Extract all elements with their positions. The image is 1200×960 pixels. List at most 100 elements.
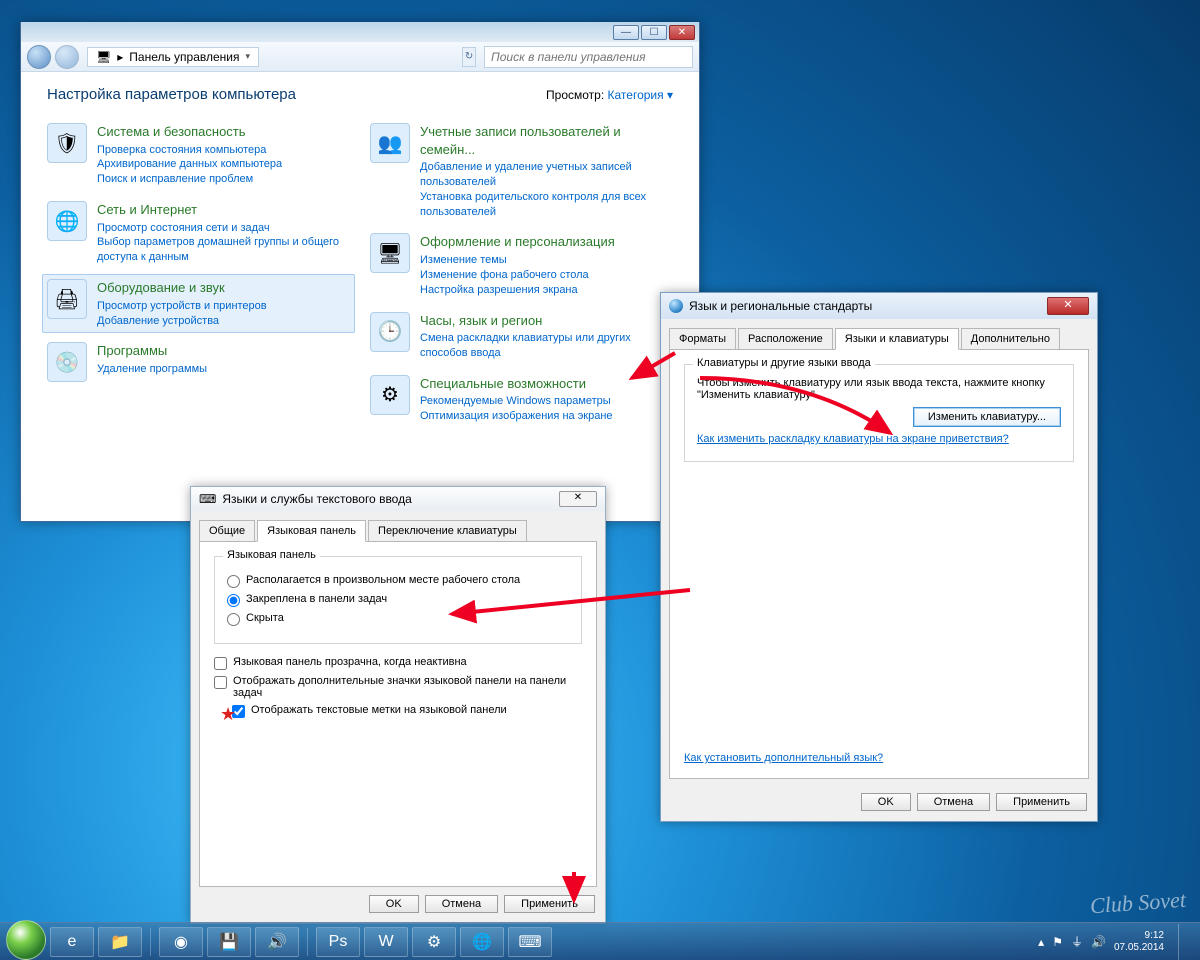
printer-icon: 🖨 xyxy=(47,279,87,319)
computer-icon: 🖥 xyxy=(96,50,111,64)
tab-administrative[interactable]: Дополнительно xyxy=(961,328,1060,350)
category-appearance[interactable]: 🖥 Оформление и персонализация Изменение … xyxy=(370,233,673,297)
maximize-button[interactable]: ☐ xyxy=(641,25,667,40)
radio-hidden[interactable]: Скрыта xyxy=(227,612,569,626)
category-ease-of-access[interactable]: ⚙ Специальные возможности Рекомендуемые … xyxy=(370,375,673,424)
minimize-button[interactable]: — xyxy=(613,25,639,40)
taskbar: e 📁 ◉ 💾 🔊 Ps W ⚙ 🌐 ⌨ ▴ ⚑ ⏚ 🔊 9:12 07.05.… xyxy=(0,922,1200,960)
taskbar-chrome[interactable]: ◉ xyxy=(159,927,203,957)
cat-link[interactable]: Добавление и удаление учетных записей по… xyxy=(420,160,673,190)
dialog-title: Язык и региональные стандарты xyxy=(689,299,872,313)
taskbar-explorer[interactable]: 📁 xyxy=(98,927,142,957)
cat-link[interactable]: Поиск и исправление проблем xyxy=(97,172,282,187)
tab-general[interactable]: Общие xyxy=(199,520,255,542)
tab-location[interactable]: Расположение xyxy=(738,328,833,350)
view-label: Просмотр: xyxy=(546,88,604,102)
start-button[interactable] xyxy=(6,920,46,960)
keyboards-group: Клавиатуры и другие языки ввода Чтобы из… xyxy=(684,364,1074,462)
taskbar-photoshop[interactable]: Ps xyxy=(316,927,360,957)
cancel-button[interactable]: Отмена xyxy=(425,895,498,913)
close-button[interactable]: ✕ xyxy=(559,491,597,507)
apply-button[interactable]: Применить xyxy=(504,895,595,913)
cat-link[interactable]: Настройка разрешения экрана xyxy=(420,283,615,298)
tab-panel: Клавиатуры и другие языки ввода Чтобы из… xyxy=(669,349,1089,779)
category-clock-language-region[interactable]: 🕒 Часы, язык и регион Смена раскладки кл… xyxy=(370,312,673,361)
cat-link[interactable]: Выбор параметров домашней группы и общег… xyxy=(97,235,350,265)
taskbar-word[interactable]: W xyxy=(364,927,408,957)
taskbar-keyboard[interactable]: ⌨ xyxy=(508,927,552,957)
dialog-buttons: OK Отмена Применить xyxy=(661,787,1097,821)
cat-link[interactable]: Просмотр состояния сети и задач xyxy=(97,221,350,236)
cat-link[interactable]: Проверка состояния компьютера xyxy=(97,143,282,158)
install-language-link[interactable]: Как установить дополнительный язык? xyxy=(684,752,883,764)
search-input[interactable] xyxy=(484,46,693,68)
category-network[interactable]: 🌐 Сеть и Интернет Просмотр состояния сет… xyxy=(47,201,350,265)
shield-icon: 🛡 xyxy=(47,123,87,163)
taskbar-volume[interactable]: 🔊 xyxy=(255,927,299,957)
ok-button[interactable]: OK xyxy=(369,895,419,913)
system-tray: ▴ ⚑ ⏚ 🔊 9:12 07.05.2014 xyxy=(1038,924,1194,960)
category-system-security[interactable]: 🛡 Система и безопасность Проверка состоя… xyxy=(47,123,350,187)
taskbar-region[interactable]: 🌐 xyxy=(460,927,504,957)
accessibility-icon: ⚙ xyxy=(370,375,410,415)
category-programs[interactable]: 💿 Программы Удаление программы xyxy=(47,342,350,382)
cat-link[interactable]: Установка родительского контроля для все… xyxy=(420,190,673,220)
cancel-button[interactable]: Отмена xyxy=(917,793,990,811)
check-text-labels[interactable]: ★ Отображать текстовые метки на языковой… xyxy=(214,704,582,718)
close-button[interactable]: ✕ xyxy=(669,25,695,40)
tab-strip: Общие Языковая панель Переключение клави… xyxy=(191,511,605,541)
cat-link[interactable]: Смена раскладки клавиатуры или других сп… xyxy=(420,331,673,361)
dialog-titlebar: ⌨ Языки и службы текстового ввода ✕ xyxy=(191,487,605,511)
page-title: Настройка параметров компьютера xyxy=(47,86,296,103)
tray-network-icon[interactable]: ⏚ xyxy=(1071,933,1083,950)
radio-floating[interactable]: Располагается в произвольном месте рабоч… xyxy=(227,574,569,588)
refresh-button[interactable]: ↻ xyxy=(462,47,476,67)
tab-strip: Форматы Расположение Языки и клавиатуры … xyxy=(661,319,1097,349)
tab-keyboards-languages[interactable]: Языки и клавиатуры xyxy=(835,328,959,350)
tab-advanced-keys[interactable]: Переключение клавиатуры xyxy=(368,520,527,542)
monitor-icon: 🖥 xyxy=(370,233,410,273)
cat-link[interactable]: Удаление программы xyxy=(97,362,207,377)
radio-docked-taskbar[interactable]: Закреплена в панели задач xyxy=(227,593,569,607)
taskbar-save[interactable]: 💾 xyxy=(207,927,251,957)
disc-icon: 💿 xyxy=(47,342,87,382)
window-titlebar: — ☐ ✕ xyxy=(21,22,699,42)
category-hardware-sound[interactable]: 🖨 Оборудование и звук Просмотр устройств… xyxy=(42,274,355,333)
apply-button[interactable]: Применить xyxy=(996,793,1087,811)
clock-globe-icon: 🕒 xyxy=(370,312,410,352)
cat-link[interactable]: Оптимизация изображения на экране xyxy=(420,409,613,424)
star-icon: ★ xyxy=(220,704,236,725)
back-button[interactable] xyxy=(27,45,51,69)
cat-link[interactable]: Просмотр устройств и принтеров xyxy=(97,299,267,314)
tab-panel: Языковая панель Располагается в произвол… xyxy=(199,541,597,887)
cat-link[interactable]: Изменение фона рабочего стола xyxy=(420,268,615,283)
change-keyboard-button[interactable]: Изменить клавиатуру... xyxy=(913,407,1061,427)
taskbar-ie[interactable]: e xyxy=(50,927,94,957)
dialog-titlebar: Язык и региональные стандарты ✕ xyxy=(661,293,1097,319)
group-text: Чтобы изменить клавиатуру или язык ввода… xyxy=(697,377,1061,401)
tray-flag-icon[interactable]: ⚑ xyxy=(1052,935,1063,949)
navigation-bar: 🖥 ▸ Панель управления ▾ ↻ xyxy=(21,42,699,72)
tray-volume-icon[interactable]: 🔊 xyxy=(1091,935,1106,949)
cat-link[interactable]: Изменение темы xyxy=(420,253,615,268)
check-extra-icons[interactable]: Отображать дополнительные значки языково… xyxy=(214,675,582,699)
welcome-screen-link[interactable]: Как изменить раскладку клавиатуры на экр… xyxy=(697,433,1009,445)
text-services-dialog: ⌨ Языки и службы текстового ввода ✕ Общи… xyxy=(190,486,606,924)
view-mode-dropdown[interactable]: Категория ▾ xyxy=(608,88,673,102)
taskbar-clock[interactable]: 9:12 07.05.2014 xyxy=(1114,930,1164,953)
tab-formats[interactable]: Форматы xyxy=(669,328,736,350)
show-desktop-button[interactable] xyxy=(1178,924,1190,960)
tray-up-icon[interactable]: ▴ xyxy=(1038,935,1044,949)
cat-link[interactable]: Рекомендуемые Windows параметры xyxy=(420,394,613,409)
close-button[interactable]: ✕ xyxy=(1047,297,1089,315)
check-transparent[interactable]: Языковая панель прозрачна, когда неактив… xyxy=(214,656,582,670)
category-user-accounts[interactable]: 👥 Учетные записи пользователей и семейн.… xyxy=(370,123,673,219)
cat-link[interactable]: Добавление устройства xyxy=(97,314,267,329)
tab-language-bar[interactable]: Языковая панель xyxy=(257,520,366,542)
globe-icon xyxy=(669,299,683,313)
ok-button[interactable]: OK xyxy=(861,793,911,811)
taskbar-control-panel[interactable]: ⚙ xyxy=(412,927,456,957)
breadcrumb[interactable]: 🖥 ▸ Панель управления ▾ xyxy=(87,47,259,67)
cat-link[interactable]: Архивирование данных компьютера xyxy=(97,157,282,172)
forward-button[interactable] xyxy=(55,45,79,69)
